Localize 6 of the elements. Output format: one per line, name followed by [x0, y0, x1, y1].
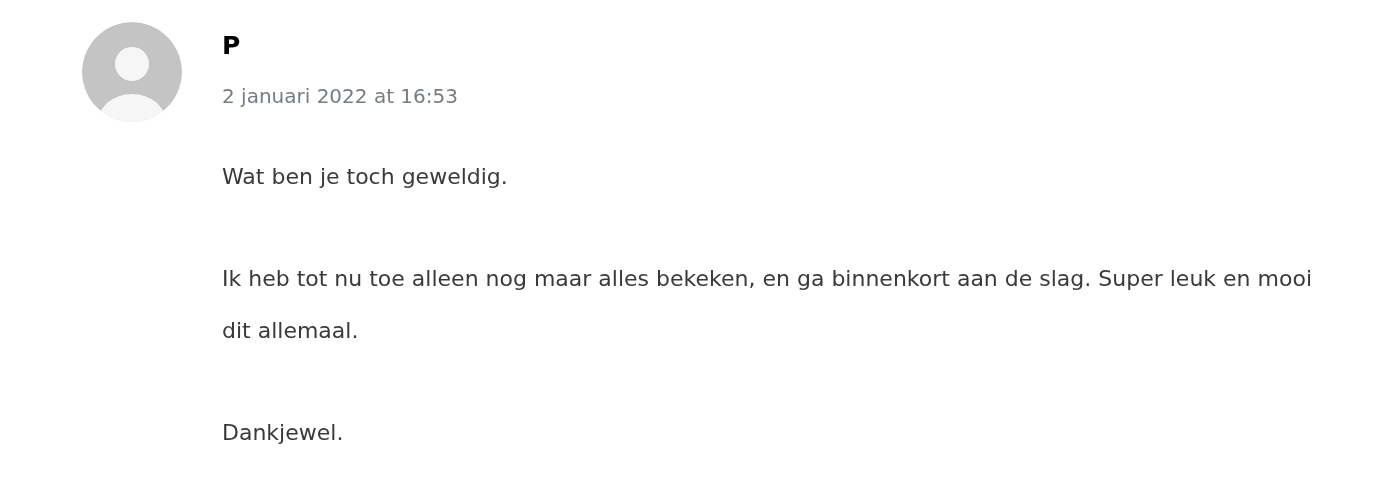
comment-paragraph: Ik heb tot nu toe alleen nog maar alles bekeken, en ga binnenkort aan de slag. Super leuk en mooi dit allemaal. — [222, 265, 1313, 345]
comment-paragraph: Dankjewel. — [222, 419, 345, 447]
avatar-icon — [82, 22, 182, 122]
comment-paragraph: Wat ben je toch geweldig. — [222, 163, 509, 191]
author-name: P — [222, 30, 242, 62]
comment-date: 2 januari 2022 at 16:53 — [222, 83, 459, 110]
